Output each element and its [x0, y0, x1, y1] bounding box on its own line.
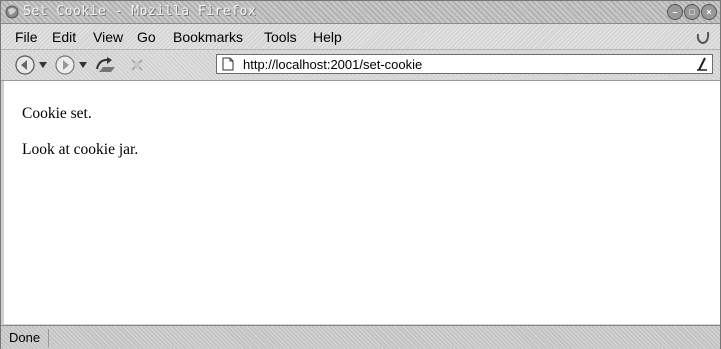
url-text[interactable]: http://localhost:2001/set-cookie: [243, 57, 422, 72]
reload-icon[interactable]: [93, 55, 119, 75]
menu-bookmarks[interactable]: Bookmarks: [173, 29, 243, 45]
window-controls: – □ ×: [667, 4, 717, 20]
menu-bar: File Edit View Go Bookmarks Tools Help: [1, 24, 720, 50]
stop-icon[interactable]: [127, 55, 147, 75]
page-icon: [222, 57, 234, 71]
title-bar[interactable]: Set Cookie - Mozilla Firefox – □ ×: [1, 1, 720, 24]
status-text: Done: [9, 329, 50, 347]
forward-dropdown-icon[interactable]: [79, 62, 87, 68]
close-icon[interactable]: ×: [701, 4, 717, 20]
cookie-jar-text: Look at cookie jar.: [22, 141, 139, 158]
firefox-icon: [5, 5, 19, 19]
url-bar[interactable]: http://localhost:2001/set-cookie: [216, 54, 713, 74]
menu-file[interactable]: File: [15, 29, 38, 45]
status-bar: Done: [1, 325, 720, 349]
menu-tools[interactable]: Tools: [264, 29, 297, 45]
menu-go[interactable]: Go: [137, 29, 156, 45]
maximize-icon[interactable]: □: [684, 4, 700, 20]
forward-icon[interactable]: [55, 55, 75, 75]
page-content: Cookie set. Look at cookie jar.: [1, 81, 720, 324]
window-title: Set Cookie - Mozilla Firefox: [23, 4, 257, 19]
back-dropdown-icon[interactable]: [39, 62, 47, 68]
cookie-set-text: Cookie set.: [22, 105, 92, 122]
menu-help[interactable]: Help: [313, 29, 342, 45]
go-icon[interactable]: [694, 56, 710, 72]
menu-view[interactable]: View: [93, 29, 123, 45]
throbber-icon: [696, 31, 710, 45]
browser-window: Set Cookie - Mozilla Firefox – □ × File …: [0, 0, 721, 349]
minimize-icon[interactable]: –: [667, 4, 683, 20]
back-icon[interactable]: [15, 55, 35, 75]
menu-edit[interactable]: Edit: [52, 29, 76, 45]
navigation-toolbar: http://localhost:2001/set-cookie: [1, 50, 720, 81]
